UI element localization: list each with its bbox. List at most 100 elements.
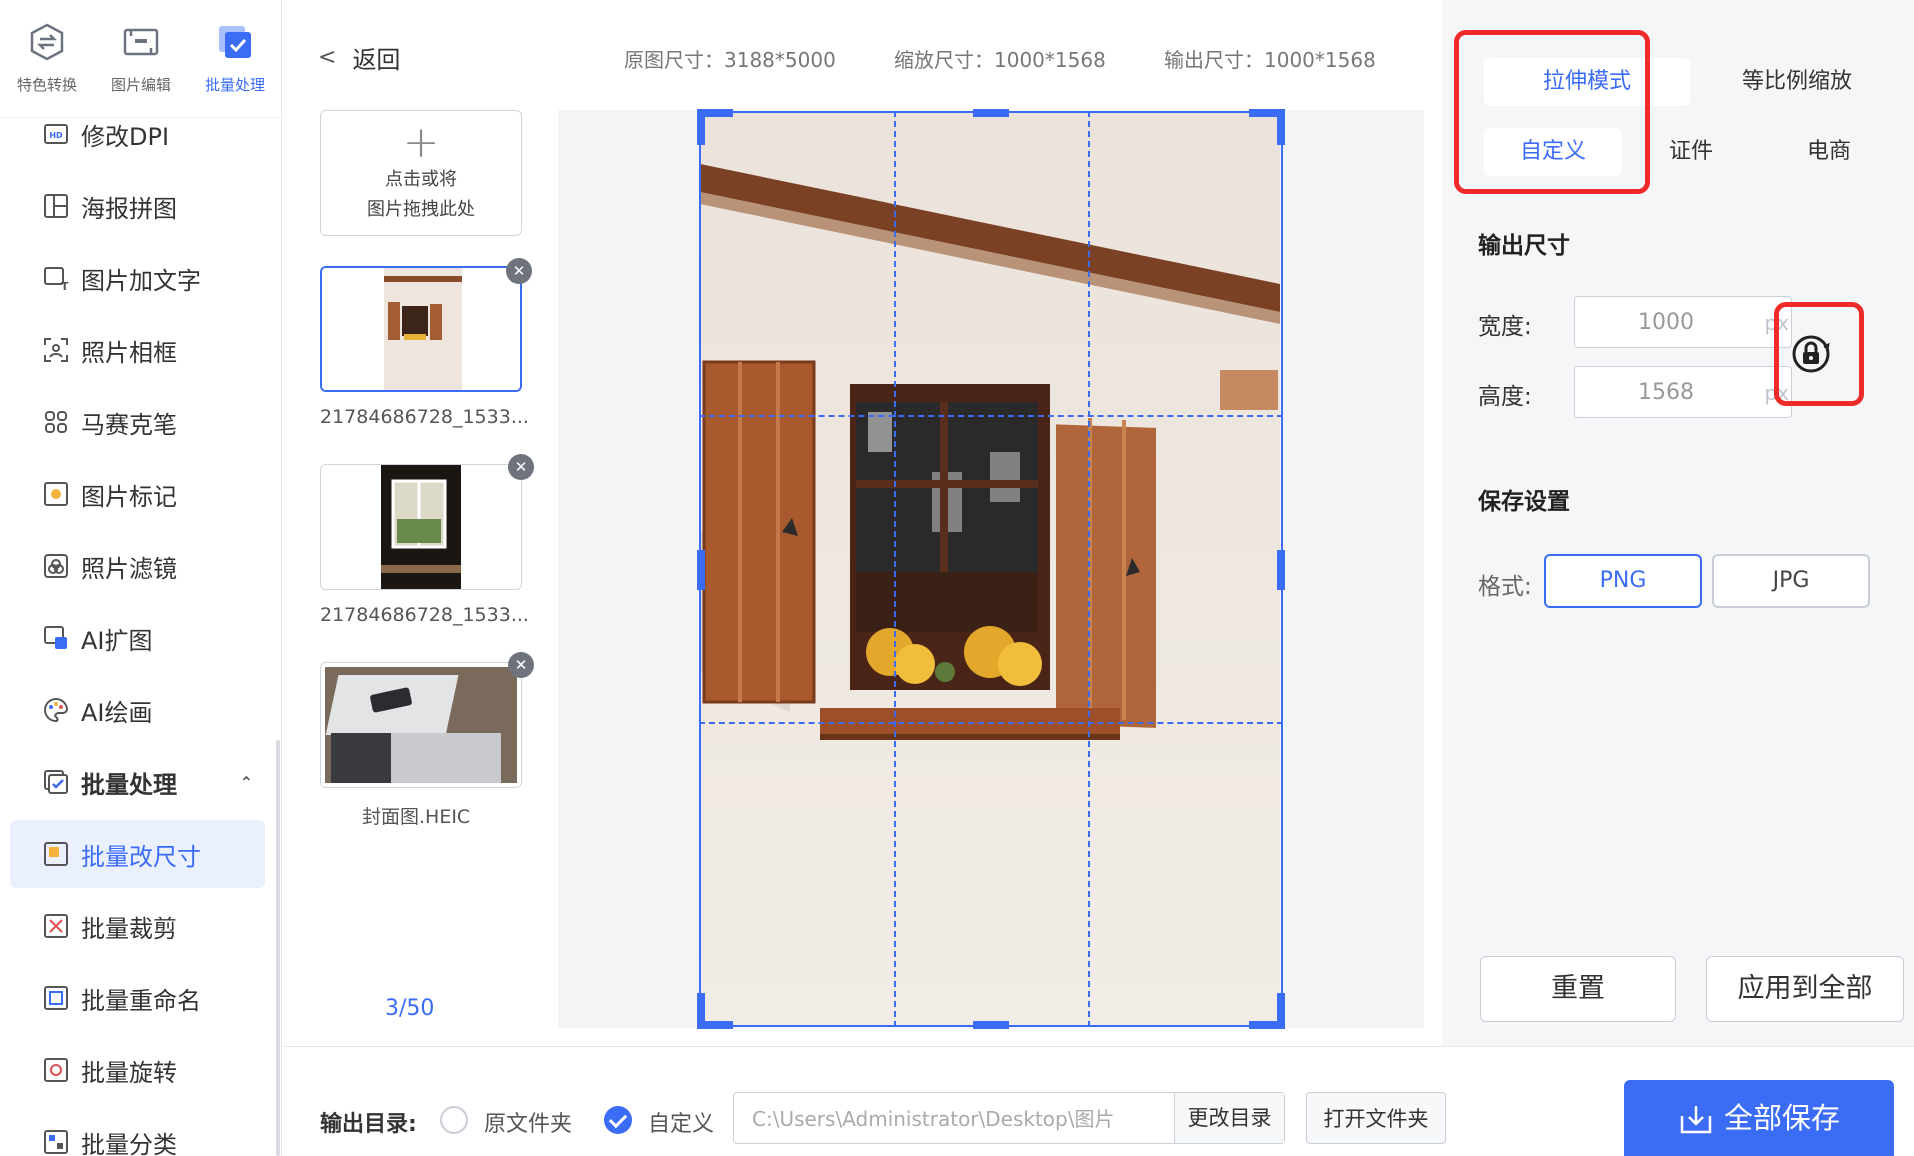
resize-handle-right[interactable]	[1277, 550, 1285, 590]
tab-label: 图片编辑	[110, 76, 171, 94]
output-size-info: 输出尺寸：1000*1568	[1164, 48, 1376, 72]
sidebar-item-label: 批量裁剪	[81, 914, 177, 943]
crop-frame[interactable]	[699, 111, 1283, 1027]
crop-icon	[44, 914, 68, 938]
preset-tab-ecommerce[interactable]: 电商	[1760, 128, 1898, 176]
sidebar-item-label: 图片加文字	[81, 266, 201, 295]
grid-line-horizontal	[699, 415, 1283, 417]
sidebar-item-ai-expand[interactable]: AI扩图	[10, 604, 265, 672]
sidebar-item-label: 照片相框	[81, 338, 177, 367]
sidebar-item-label: AI扩图	[81, 626, 153, 655]
sidebar-item-label: 批量旋转	[81, 1058, 177, 1087]
mode-tab-proportional[interactable]: 等比例缩放	[1700, 58, 1894, 106]
format-label: 格式:	[1478, 574, 1532, 600]
reset-button[interactable]: 重置	[1480, 956, 1676, 1022]
tab-image-edit[interactable]: 图片编辑	[94, 22, 188, 95]
sidebar-item-collage[interactable]: 海报拼图	[10, 172, 265, 240]
height-input[interactable]: 1568 px	[1574, 366, 1792, 418]
convert-icon	[30, 23, 64, 61]
mosaic-icon	[45, 411, 67, 433]
width-value: 1000	[1638, 310, 1694, 335]
sidebar-scrollbar[interactable]	[276, 740, 280, 1156]
resize-handle-bottom-right[interactable]	[1277, 993, 1285, 1029]
tab-label: 特色转换	[16, 76, 77, 94]
sidebar: 特色转换 图片编辑 批量处理 HD 修改DPI 海报拼图 T 图片加文字 照片相…	[0, 0, 282, 1156]
sidebar-item-mark[interactable]: 图片标记	[10, 460, 265, 528]
sidebar-item-label: 马赛克笔	[81, 410, 177, 439]
sidebar-item-batch-classify[interactable]: 批量分类	[10, 1108, 265, 1156]
remove-thumbnail-2-button[interactable]: ✕	[508, 454, 534, 480]
thumbnail-3[interactable]	[320, 662, 522, 788]
ai-paint-icon	[44, 697, 69, 723]
sidebar-item-photo-frame[interactable]: 照片相框	[10, 316, 265, 384]
original-size-info: 原图尺寸：3188*5000	[624, 48, 836, 72]
resize-handle-top-left[interactable]	[697, 109, 705, 145]
sidebar-group-batch[interactable]: 批量处理 ⌃	[10, 748, 265, 816]
photo-frame-icon	[44, 338, 68, 362]
resize-handle-top-right[interactable]	[1277, 109, 1285, 145]
sidebar-item-filter[interactable]: 照片滤镜	[10, 532, 265, 600]
format-png-button[interactable]: PNG	[1544, 554, 1702, 608]
remove-thumbnail-1-button[interactable]: ✕	[506, 258, 532, 284]
batch-icon	[219, 26, 251, 58]
sidebar-item-label: 海报拼图	[81, 194, 177, 223]
sidebar-item-batch-rename[interactable]: 批量重命名	[10, 964, 265, 1032]
resize-handle-top[interactable]	[973, 109, 1009, 117]
plus-icon: +	[402, 117, 440, 168]
save-all-button[interactable]: 全部保存	[1624, 1080, 1894, 1156]
radio-original-folder[interactable]	[440, 1106, 468, 1134]
thumbnail-2[interactable]	[320, 464, 522, 590]
sidebar-item-mosaic[interactable]: 马赛克笔	[10, 388, 265, 456]
height-label: 高度:	[1478, 384, 1532, 410]
tab-label: 批量处理	[204, 76, 265, 94]
batch-icon	[44, 770, 68, 794]
sidebar-item-dpi[interactable]: HD 修改DPI	[10, 100, 265, 168]
tab-batch[interactable]: 批量处理	[188, 22, 282, 95]
svg-text:T: T	[61, 280, 69, 291]
ai-expand-icon	[44, 626, 67, 649]
thumbnail-image	[322, 268, 520, 390]
thumbnail-1[interactable]	[320, 266, 522, 392]
grid-line-horizontal	[699, 722, 1283, 724]
thumbnail-2-caption: 21784686728_1533...	[320, 604, 529, 626]
back-button[interactable]: < 返回	[318, 40, 400, 75]
highlight-annotation-lock	[1774, 302, 1864, 406]
change-dir-button[interactable]: 更改目录	[1174, 1093, 1284, 1143]
format-jpg-button[interactable]: JPG	[1712, 554, 1870, 608]
sidebar-item-batch-crop[interactable]: 批量裁剪	[10, 892, 265, 960]
classify-icon	[44, 1130, 68, 1154]
apply-all-button[interactable]: 应用到全部	[1706, 956, 1904, 1022]
mark-icon	[44, 482, 68, 506]
rotate-icon	[44, 1058, 68, 1082]
tab-special-convert[interactable]: 特色转换	[0, 22, 94, 95]
resize-handle-bottom-left[interactable]	[697, 993, 705, 1029]
grid-line-vertical	[894, 111, 896, 1027]
width-input[interactable]: 1000 px	[1574, 296, 1792, 348]
sidebar-item-ai-paint[interactable]: AI绘画	[10, 676, 265, 744]
app-window: 特色转换 图片编辑 批量处理 HD 修改DPI 海报拼图 T 图片加文字 照片相…	[0, 0, 1914, 1156]
dpi-icon: HD	[44, 124, 68, 144]
resize-handle-bottom[interactable]	[973, 1021, 1009, 1029]
upload-dropzone[interactable]: + 点击或将 图片拖拽此处	[320, 110, 522, 236]
radio-custom-folder[interactable]	[604, 1106, 632, 1134]
remove-thumbnail-3-button[interactable]: ✕	[508, 652, 534, 678]
thumbnail-image	[321, 465, 521, 589]
option-original-label: 原文件夹	[484, 1112, 573, 1137]
output-dir-label: 输出目录:	[320, 1112, 417, 1137]
rename-icon	[44, 986, 68, 1010]
scaled-size-info: 缩放尺寸：1000*1568	[894, 48, 1106, 72]
resize-handle-left[interactable]	[697, 550, 705, 590]
upload-text-1: 点击或将	[385, 169, 457, 190]
thumbnail-1-caption: 21784686728_1533...	[320, 406, 529, 428]
sidebar-item-label: 修改DPI	[81, 122, 170, 151]
back-label: 返回	[352, 46, 401, 74]
collage-icon	[44, 194, 68, 218]
sidebar-item-label: 批量重命名	[81, 986, 201, 1015]
open-folder-button[interactable]: 打开文件夹	[1306, 1092, 1446, 1144]
svg-text:HD: HD	[49, 131, 63, 140]
sidebar-item-batch-resize[interactable]: 批量改尺寸	[10, 820, 265, 888]
sidebar-item-add-text[interactable]: T 图片加文字	[10, 244, 265, 312]
sidebar-item-batch-rotate[interactable]: 批量旋转	[10, 1036, 265, 1104]
chevron-up-icon: ⌃	[239, 772, 253, 792]
save-settings-title: 保存设置	[1478, 489, 1570, 515]
